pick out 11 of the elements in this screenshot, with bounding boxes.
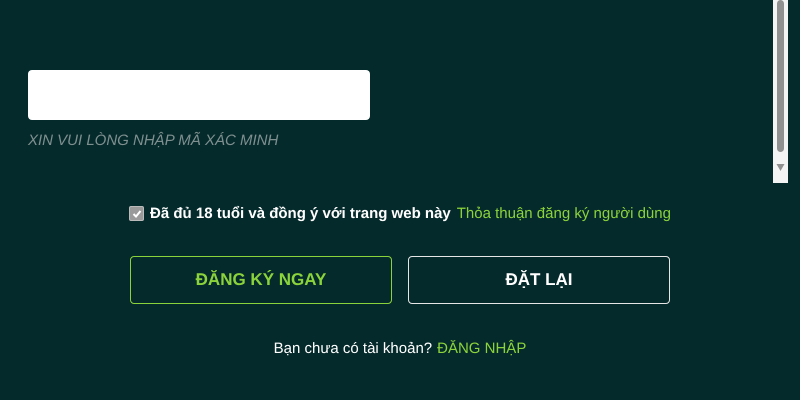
scrollbar[interactable] xyxy=(773,0,788,183)
user-agreement-link[interactable]: Thỏa thuận đăng ký người dùng xyxy=(456,205,671,222)
login-link[interactable]: ĐĂNG NHẬP xyxy=(437,340,526,357)
field-hint: XIN VUI LÒNG NHẬP MÃ XÁC MINH xyxy=(28,132,278,149)
reset-button[interactable]: ĐẶT LẠI xyxy=(408,256,670,304)
agreement-text: Đã đủ 18 tuổi và đồng ý với trang web này xyxy=(150,205,451,222)
verification-code-field[interactable] xyxy=(28,70,370,120)
checkmark-icon xyxy=(132,208,142,218)
register-button[interactable]: ĐĂNG KÝ NGAY xyxy=(130,256,392,304)
footer-text: Bạn chưa có tài khoản? xyxy=(274,340,432,357)
agreement-checkbox[interactable] xyxy=(129,206,144,221)
